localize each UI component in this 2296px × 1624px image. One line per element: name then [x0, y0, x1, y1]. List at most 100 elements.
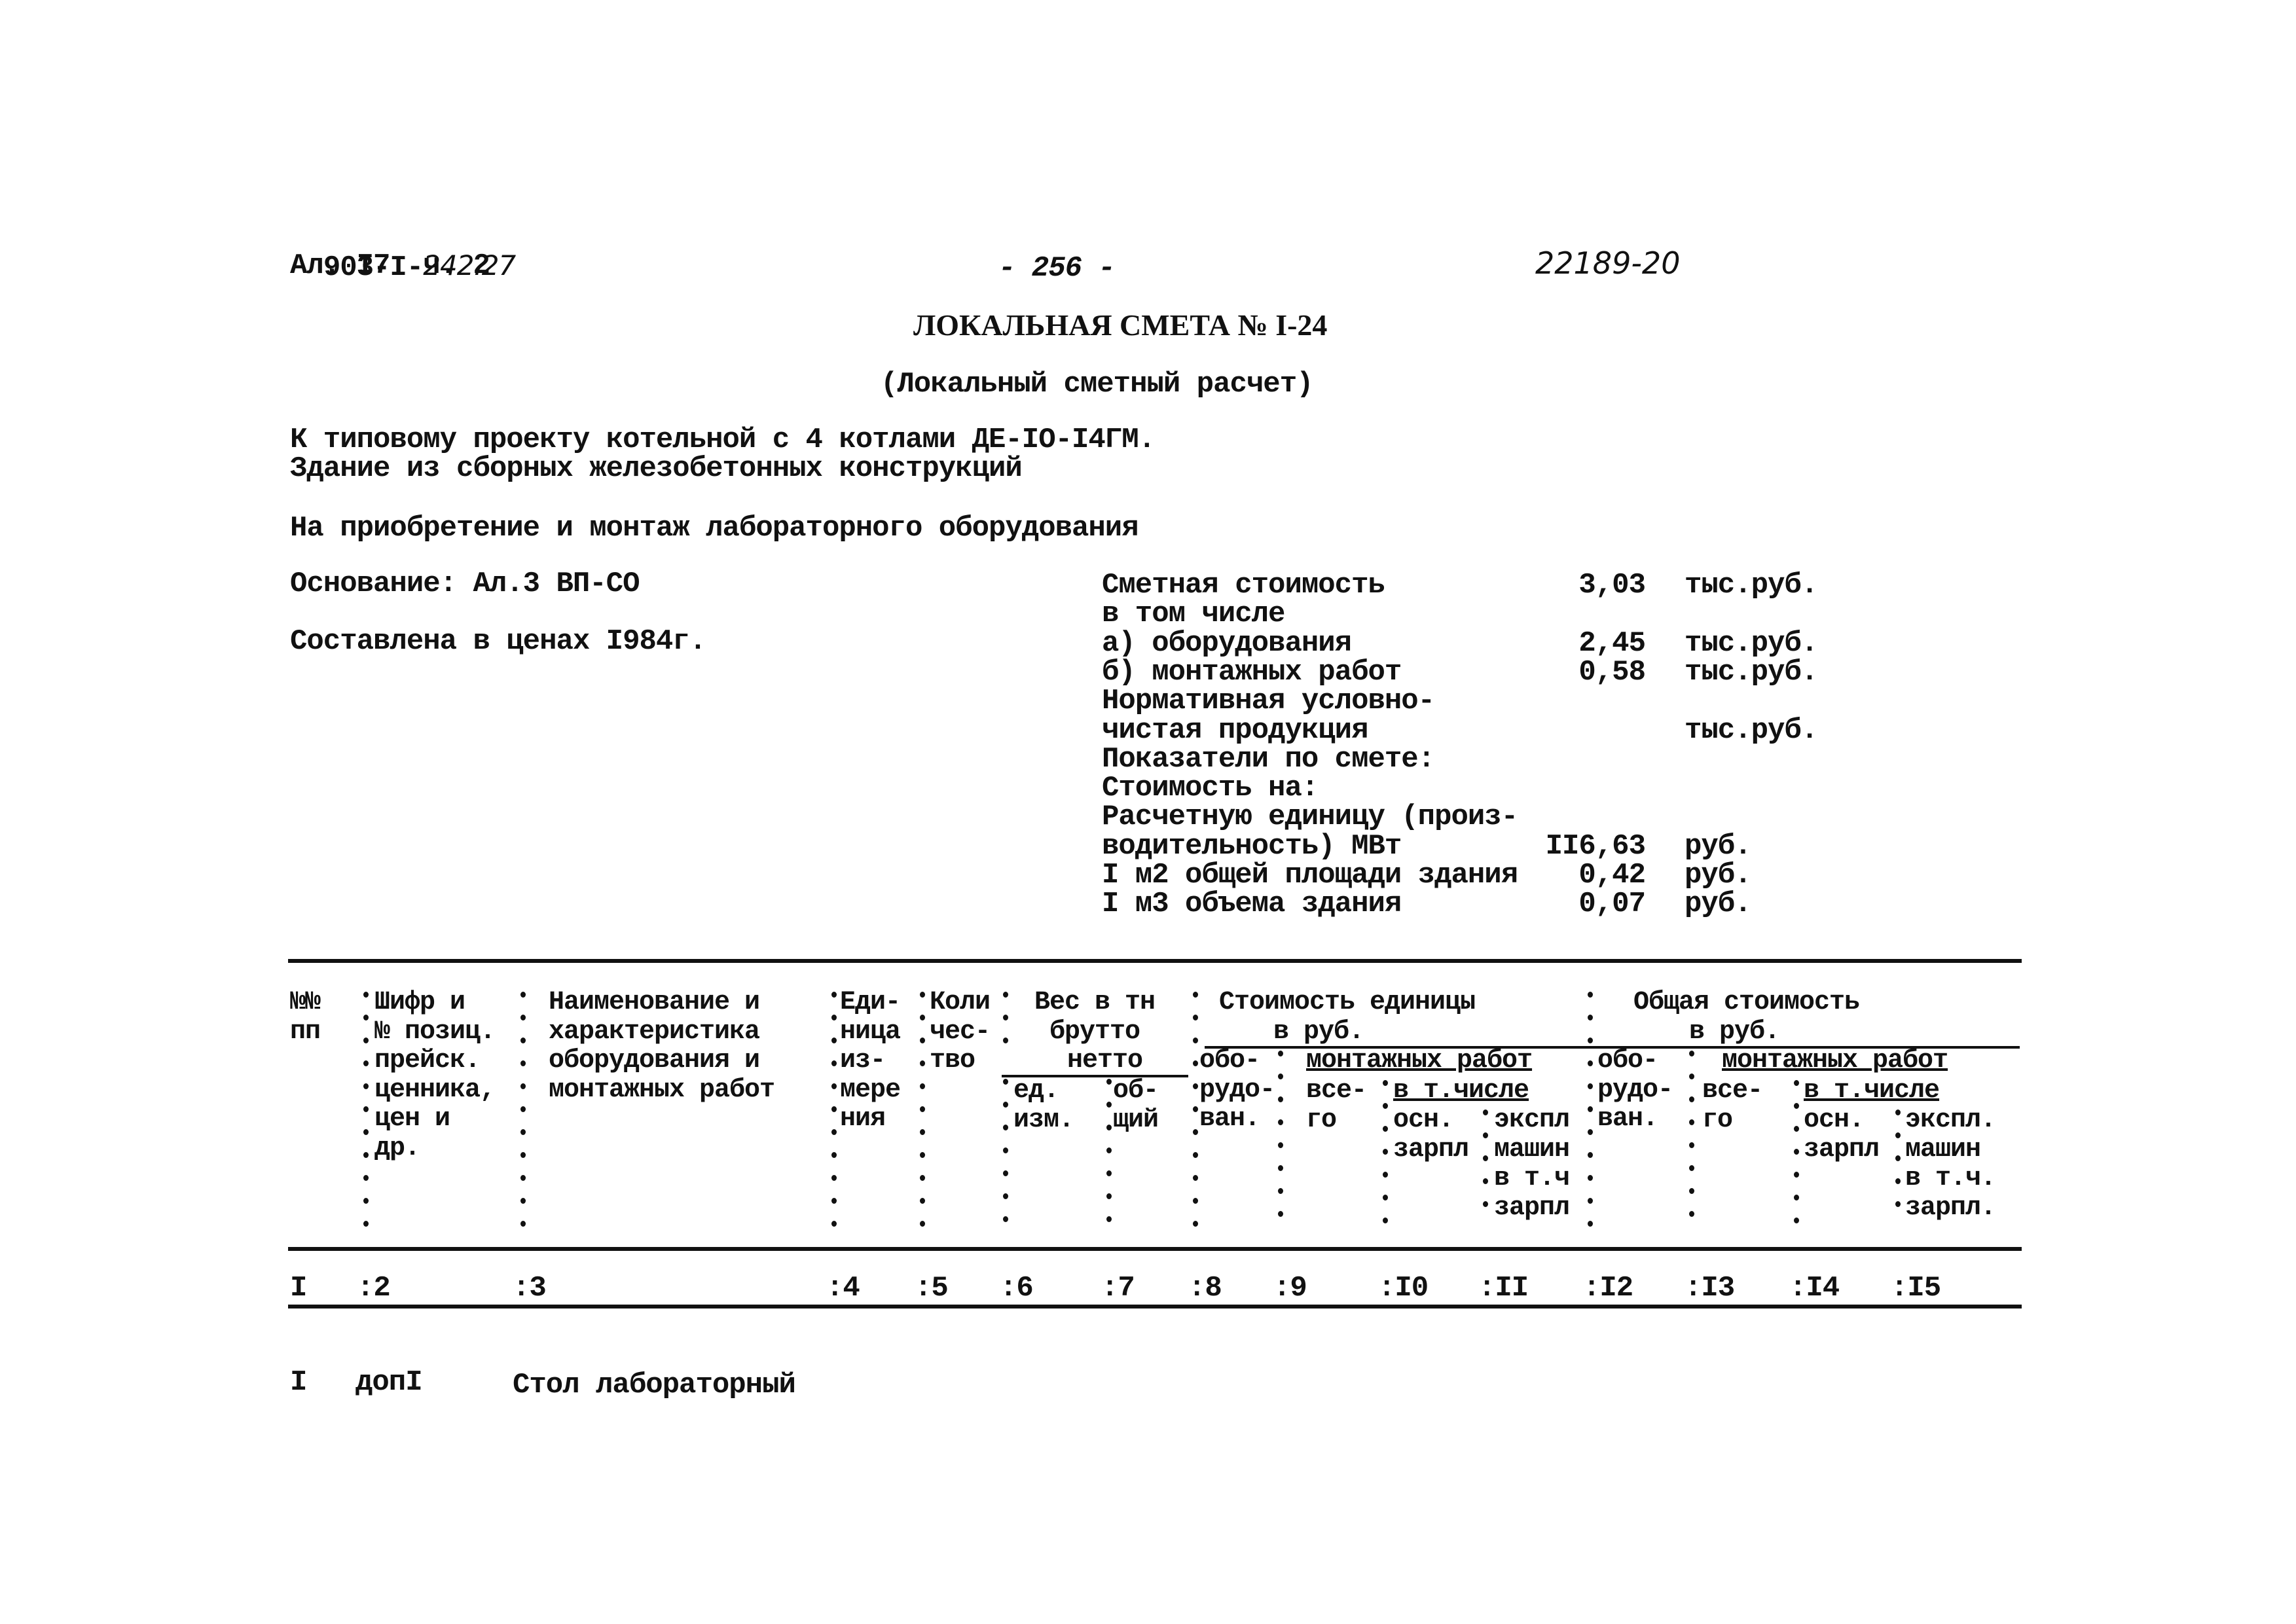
- separator-dot: [920, 1106, 925, 1112]
- summary-label: а) оборудования: [1102, 626, 1352, 660]
- header-weight-group: Вес в тн: [1034, 988, 1156, 1017]
- separator-dot: [1588, 1221, 1593, 1227]
- project-purpose: На приобретение и монтаж лабораторного о…: [290, 512, 1139, 545]
- column-separator: [363, 992, 370, 1244]
- separator-dot: [1689, 1119, 1694, 1125]
- header-col-5: Коли чес- тво: [930, 988, 991, 1075]
- column-number: :3: [513, 1272, 547, 1305]
- separator-dot: [1588, 1083, 1593, 1089]
- summary-value: 0,58: [1578, 655, 1646, 689]
- separator-dot: [831, 1175, 837, 1181]
- separator-dot: [831, 1083, 837, 1089]
- separator-dot: [1106, 1079, 1112, 1085]
- separator-dot: [363, 992, 369, 998]
- separator-dot: [831, 1152, 837, 1158]
- separator-dot: [520, 1038, 526, 1043]
- separator-dot: [1193, 1175, 1198, 1181]
- separator-dot: [1794, 1126, 1799, 1132]
- separator-dot: [363, 1015, 369, 1020]
- separator-dot: [920, 1198, 925, 1204]
- column-number: :9: [1273, 1272, 1307, 1305]
- header-col-14: осн. зарпл: [1804, 1106, 1880, 1164]
- separator-dot: [920, 992, 925, 998]
- summary-label: I м3 объема здания: [1102, 888, 1402, 921]
- separator-dot: [520, 1175, 526, 1181]
- separator-dot: [1003, 1147, 1008, 1153]
- summary-unit: тыс.руб.: [1685, 569, 1818, 602]
- separator-dot: [1383, 1172, 1388, 1178]
- column-separator: [1003, 992, 1010, 1060]
- column-number: :7: [1101, 1272, 1135, 1305]
- separator-dot: [1106, 1125, 1112, 1130]
- inventory-number: 22189-20: [1535, 245, 1681, 281]
- separator-dot: [1689, 1211, 1694, 1217]
- separator-dot: [1483, 1110, 1488, 1115]
- separator-dot: [831, 1106, 837, 1112]
- summary-row: I м2 общей площади здания 0,42 руб.: [1102, 861, 1855, 890]
- column-separator: [1193, 992, 1199, 1244]
- separator-dot: [363, 1129, 369, 1135]
- header-col-4: Еди- ница из- мере ния: [840, 988, 901, 1134]
- separator-dot: [920, 1015, 925, 1020]
- header-total-mount-group: монтажных работ: [1722, 1046, 1948, 1075]
- header-weight-netto: нетто: [1067, 1046, 1143, 1075]
- separator-dot: [1003, 1079, 1008, 1085]
- header-total-cost-sub: в руб.: [1689, 1017, 1780, 1047]
- summary-row: чистая продукция тыс.руб.: [1102, 716, 1855, 745]
- column-number: :4: [826, 1272, 860, 1305]
- summary-row: Сметная стоимость 3,03 тыс.руб.: [1102, 571, 1855, 600]
- summary-label: Стоимость на:: [1102, 772, 1319, 805]
- row-number: I: [290, 1366, 307, 1399]
- separator-dot: [1278, 1188, 1283, 1194]
- separator-dot: [1278, 1165, 1283, 1171]
- summary-label: в том числе: [1102, 598, 1285, 631]
- separator-dot: [1193, 1152, 1198, 1158]
- summary-label: Сметная стоимость: [1102, 569, 1385, 602]
- separator-dot: [1003, 1125, 1008, 1130]
- separator-dot: [520, 1198, 526, 1204]
- separator-dot: [1383, 1149, 1388, 1155]
- project-line-2: Здание из сборных железобетонных констру…: [290, 452, 1023, 485]
- column-separator: [920, 992, 926, 1244]
- summary-value: II6,63: [1545, 829, 1646, 863]
- separator-dot: [1278, 1051, 1283, 1056]
- separator-dot: [831, 1015, 837, 1020]
- project-basis: Основание: Ал.3 ВП-СО: [290, 568, 640, 600]
- separator-dot: [1383, 1103, 1388, 1109]
- album-part: Ал. I7 ч. 2: [290, 249, 490, 282]
- separator-dot: [1003, 1170, 1008, 1176]
- column-number: :I4: [1789, 1272, 1840, 1305]
- summary-label: водительность) МВт: [1102, 829, 1402, 863]
- column-number: :I3: [1685, 1272, 1735, 1305]
- header-col-10: осн. зарпл: [1393, 1106, 1469, 1164]
- separator-dot: [1003, 992, 1008, 998]
- separator-dot: [1895, 1178, 1901, 1184]
- separator-dot: [831, 1221, 837, 1227]
- separator-dot: [1383, 1126, 1388, 1132]
- separator-dot: [363, 1221, 369, 1227]
- header-col-1: №№ пп: [290, 988, 321, 1047]
- separator-dot: [920, 1221, 925, 1227]
- separator-dot: [920, 1129, 925, 1135]
- summary-value: 0,07: [1578, 888, 1646, 921]
- summary-value: 0,42: [1578, 859, 1646, 892]
- column-separator: [1689, 1051, 1696, 1234]
- summary-unit: руб.: [1685, 888, 1752, 921]
- separator-dot: [1588, 1129, 1593, 1135]
- separator-dot: [1193, 992, 1198, 998]
- separator-dot: [1895, 1132, 1901, 1138]
- separator-dot: [1278, 1074, 1283, 1079]
- summary-row: Показатели по смете:: [1102, 745, 1855, 774]
- separator-dot: [831, 1060, 837, 1066]
- separator-dot: [1383, 1218, 1388, 1223]
- separator-dot: [1588, 1015, 1593, 1020]
- header-bottom-rule: [288, 1247, 2022, 1251]
- summary-row: Расчетную единицу (произ-: [1102, 803, 1855, 831]
- header-total-cost-group: Общая стоимость: [1633, 988, 1860, 1017]
- separator-dot: [920, 1152, 925, 1158]
- separator-dot: [1106, 1170, 1112, 1176]
- summary-row: I м3 объема здания 0,07 руб.: [1102, 890, 1855, 918]
- project-line-1: К типовому проекту котельной с 4 котлами…: [290, 424, 1156, 456]
- row-code: допI: [355, 1366, 423, 1399]
- separator-dot: [920, 1083, 925, 1089]
